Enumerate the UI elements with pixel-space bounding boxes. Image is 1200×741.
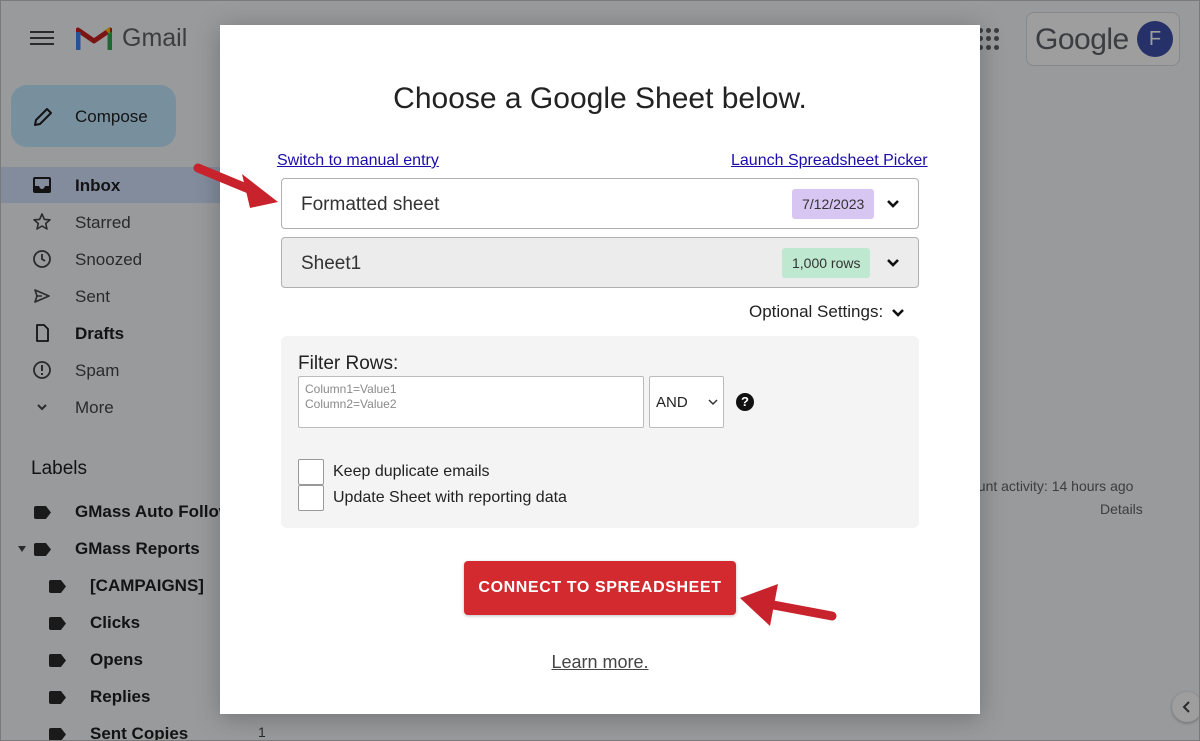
- chevron-down-icon: [887, 259, 899, 267]
- chevron-down-icon: [887, 200, 899, 208]
- date-badge: 7/12/2023: [792, 189, 875, 219]
- chevron-down-icon[interactable]: [891, 307, 905, 319]
- launch-spreadsheet-picker-link[interactable]: Launch Spreadsheet Picker: [731, 152, 928, 170]
- filter-placeholder-line: Column1=Value1: [305, 382, 397, 396]
- learn-more-container: Learn more.: [220, 652, 980, 673]
- filter-rows-textarea[interactable]: Column1=Value1 Column2=Value2: [298, 376, 644, 428]
- dialog-title: Choose a Google Sheet below.: [393, 82, 807, 115]
- filter-rows-label: Filter Rows:: [298, 353, 399, 374]
- worksheet-select[interactable]: Sheet1 1,000 rows: [281, 237, 919, 288]
- learn-more-link[interactable]: Learn more.: [551, 652, 648, 672]
- rows-badge: 1,000 rows: [782, 248, 871, 278]
- keep-duplicates-checkbox[interactable]: [298, 459, 324, 485]
- chevron-down-icon: [708, 399, 718, 406]
- spreadsheet-name: Formatted sheet: [301, 194, 440, 215]
- filter-operator-value: AND: [656, 394, 688, 411]
- switch-manual-entry-link[interactable]: Switch to manual entry: [277, 152, 439, 170]
- worksheet-name: Sheet1: [301, 253, 362, 274]
- optional-settings-toggle[interactable]: Optional Settings:: [749, 302, 883, 322]
- connect-to-spreadsheet-button[interactable]: CONNECT TO SPREADSHEET: [464, 561, 736, 615]
- sheet-picker-dialog: Choose a Google Sheet below. Switch to m…: [220, 25, 980, 714]
- help-icon[interactable]: ?: [736, 393, 754, 411]
- update-sheet-checkbox[interactable]: [298, 485, 324, 511]
- update-sheet-label[interactable]: Update Sheet with reporting data: [333, 489, 567, 507]
- keep-duplicates-label[interactable]: Keep duplicate emails: [333, 463, 490, 481]
- filter-placeholder-line: Column2=Value2: [305, 397, 397, 411]
- filter-panel: Filter Rows: Column1=Value1 Column2=Valu…: [281, 336, 919, 528]
- spreadsheet-select[interactable]: Formatted sheet 7/12/2023: [281, 178, 919, 229]
- filter-operator-select[interactable]: AND: [649, 376, 724, 428]
